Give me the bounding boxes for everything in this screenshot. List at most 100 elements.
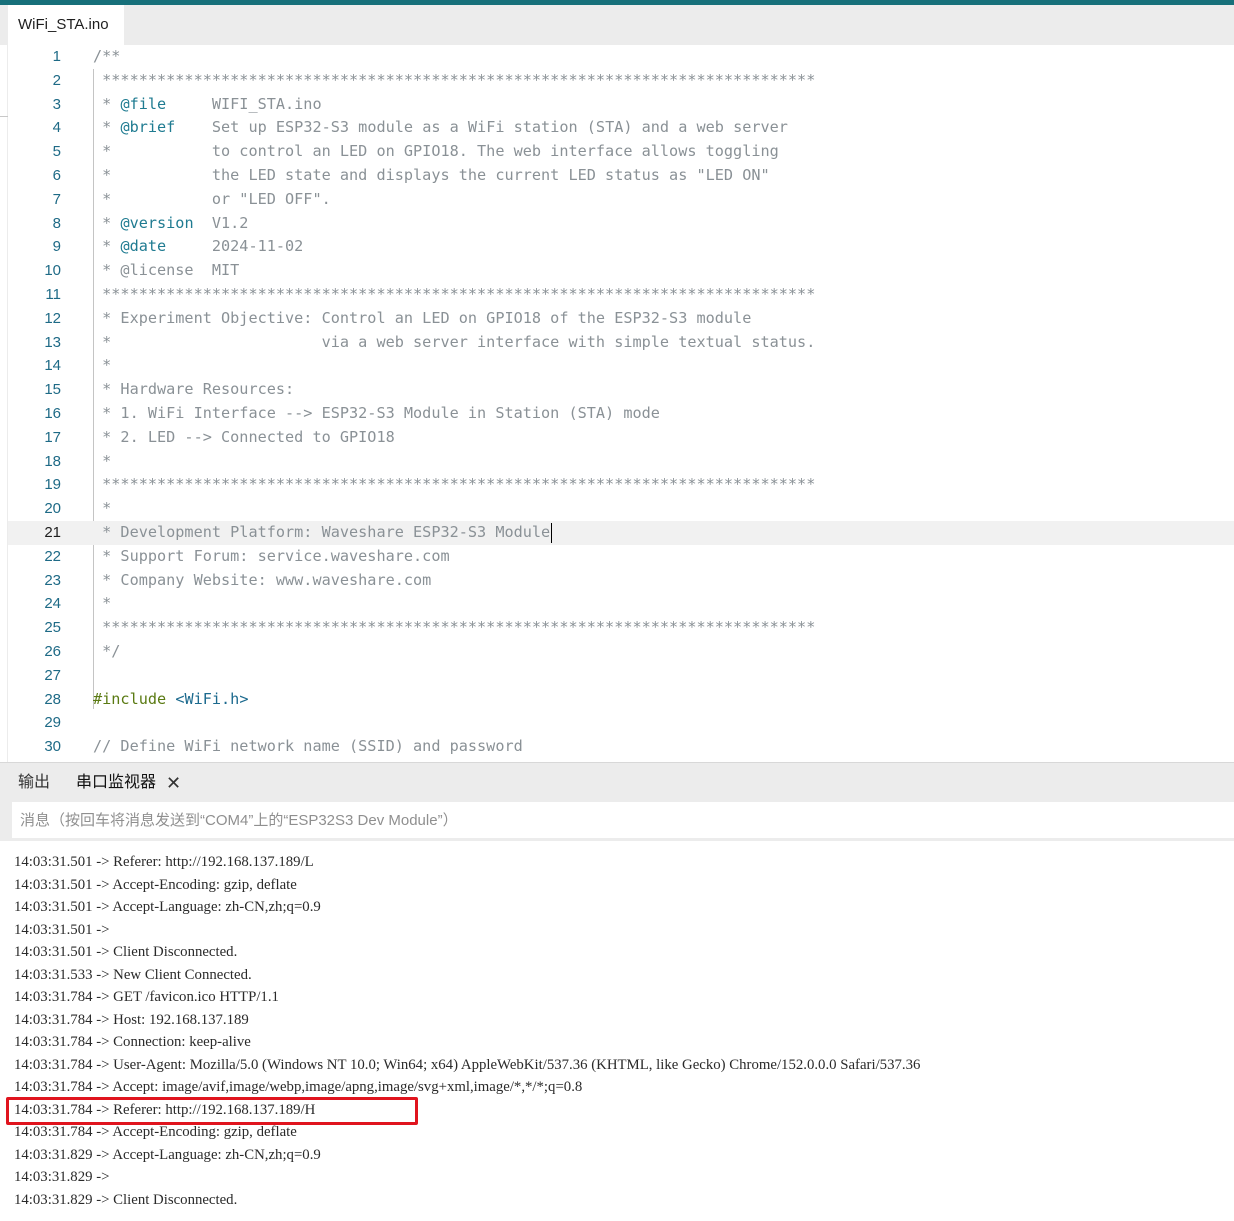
code-text: * @brief Set up ESP32-S3 module as a WiF… xyxy=(93,116,788,140)
code-line[interactable]: 16 * 1. WiFi Interface --> ESP32-S3 Modu… xyxy=(8,402,1234,426)
code-line[interactable]: 4 * @brief Set up ESP32-S3 module as a W… xyxy=(8,116,1234,140)
code-line[interactable]: 1 /** xyxy=(8,45,1234,69)
code-segment: * xyxy=(93,118,121,137)
left-edge-marker xyxy=(0,116,8,117)
code-line[interactable]: 3 * @file WIFI_STA.ino xyxy=(8,93,1234,117)
code-line[interactable]: 6 * the LED state and displays the curre… xyxy=(8,164,1234,188)
code-line[interactable]: 13 * via a web server interface with sim… xyxy=(8,331,1234,355)
line-number: 24 xyxy=(44,595,61,613)
code-segment: * Support Forum: service.waveshare.com xyxy=(93,546,450,565)
code-line[interactable]: 15 * Hardware Resources: xyxy=(8,378,1234,402)
code-segment: // Define WiFi network name (SSID) and p… xyxy=(93,737,523,756)
line-number: 7 xyxy=(52,190,61,208)
line-number: 23 xyxy=(44,571,61,589)
line-number: 10 xyxy=(44,262,61,280)
serial-line: 14:03:31.784 -> GET /favicon.ico HTTP/1.… xyxy=(14,989,279,1005)
line-number: 6 xyxy=(52,167,61,184)
tab-serial-monitor[interactable]: 串口监视器 xyxy=(76,763,156,803)
code-text: // Define WiFi network name (SSID) and p… xyxy=(93,735,523,759)
serial-line: 14:03:31.533 -> New Client Connected. xyxy=(14,966,252,983)
code-text: * the LED state and displays the current… xyxy=(93,164,770,188)
serial-line: 14:03:31.829 -> Accept-Language: zh-CN,z… xyxy=(14,1146,321,1163)
code-editor[interactable]: 1/** 2 **********************************… xyxy=(8,45,1234,762)
code-segment: ****************************************… xyxy=(93,70,816,89)
doc-tag: @brief xyxy=(120,118,176,137)
code-line[interactable]: 10 * @license MIT xyxy=(8,259,1234,283)
code-text: * xyxy=(93,497,111,521)
serial-output[interactable]: 14:03:31.501 -> Referer: http://192.168.… xyxy=(0,841,1234,1221)
code-line[interactable]: 27 xyxy=(8,664,1234,688)
code-line[interactable]: 25 *************************************… xyxy=(8,616,1234,640)
line-number: 25 xyxy=(44,619,61,637)
code-line[interactable]: 23 * Company Website: www.waveshare.com xyxy=(8,569,1234,593)
serial-line: 14:03:31.501 -> Accept-Encoding: gzip, d… xyxy=(14,876,297,893)
left-edge-strip xyxy=(0,45,8,762)
code-text: * Support Forum: service.waveshare.com xyxy=(93,545,450,569)
code-text: * to control an LED on GPIO18. The web i… xyxy=(93,140,779,164)
code-segment: V1.2 xyxy=(193,213,249,232)
code-line[interactable]: 8 * @version V1.2 xyxy=(8,212,1234,236)
preprocessor-directive: #include xyxy=(93,689,167,708)
code-text: * xyxy=(93,592,111,616)
code-line[interactable]: 14 * xyxy=(8,354,1234,378)
code-line[interactable]: 26 */ xyxy=(8,640,1234,664)
code-line[interactable]: 29 xyxy=(8,711,1234,735)
code-segment: * the LED state and displays the current… xyxy=(93,166,770,184)
code-line[interactable]: 5 * to control an LED on GPIO18. The web… xyxy=(8,140,1234,164)
file-tab[interactable]: WiFi_STA.ino xyxy=(8,5,124,45)
code-text: ****************************************… xyxy=(93,283,815,307)
serial-message-input[interactable] xyxy=(12,802,1234,838)
highlight-annotation-box xyxy=(6,1097,418,1125)
line-number: 16 xyxy=(44,405,61,422)
serial-line: 14:03:31.501 -> Accept-Language: zh-CN,z… xyxy=(14,899,321,915)
code-segment: * 1. WiFi Interface --> ESP32-S3 Module … xyxy=(93,404,660,422)
tab-output[interactable]: 输出 xyxy=(18,763,50,803)
code-segment: * or "LED OFF". xyxy=(93,189,331,208)
line-number: 20 xyxy=(44,500,61,518)
line-number: 9 xyxy=(52,238,61,256)
code-segment: * xyxy=(93,356,112,375)
code-line[interactable]: 18 * xyxy=(8,450,1234,474)
close-icon[interactable]: ✕ xyxy=(166,763,181,803)
code-line[interactable]: 30 // Define WiFi network name (SSID) and… xyxy=(8,735,1234,759)
bottom-panel-tabs: 输出 串口监视器 ✕ xyxy=(0,763,1234,801)
code-text: * @license MIT xyxy=(93,259,239,283)
code-segment: * xyxy=(93,594,112,613)
editor-tab-bar: WiFi_STA.ino xyxy=(0,5,1234,45)
serial-line: 14:03:31.829 -> Client Disconnected. xyxy=(14,1191,238,1208)
code-text: #include <WiFi.h> xyxy=(93,688,248,712)
line-number: 1 xyxy=(52,48,61,65)
code-text: * xyxy=(93,450,111,474)
serial-line: 14:03:31.501 -> Referer: http://192.168.… xyxy=(14,854,314,870)
code-line[interactable]: 22 * Support Forum: service.waveshare.co… xyxy=(8,545,1234,569)
code-line[interactable]: 12 * Experiment Objective: Control an LE… xyxy=(8,307,1234,331)
serial-line: 14:03:31.784 -> Accept: image/avif,image… xyxy=(14,1079,583,1095)
code-line[interactable]: 7 * or "LED OFF". xyxy=(8,188,1234,212)
code-line[interactable]: 19 *************************************… xyxy=(8,473,1234,497)
serial-line: 14:03:31.784 -> User-Agent: Mozilla/5.0 … xyxy=(14,1056,921,1073)
code-segment: * 2. LED --> Connected to GPIO18 xyxy=(93,427,395,446)
doc-tag: @date xyxy=(120,237,167,256)
code-line[interactable]: 21 * Development Platform: Waveshare ESP… xyxy=(8,521,1234,545)
code-segment: * Company Website: www.waveshare.com xyxy=(93,570,432,589)
code-text: * Development Platform: Waveshare ESP32-… xyxy=(93,521,553,545)
code-line[interactable]: 11 *************************************… xyxy=(8,283,1234,307)
code-line[interactable]: 20 * xyxy=(8,497,1234,521)
code-line[interactable]: 24 * xyxy=(8,592,1234,616)
line-number: 14 xyxy=(44,357,61,375)
code-line[interactable]: 17 * 2. LED --> Connected to GPIO18 xyxy=(8,426,1234,450)
code-line[interactable]: 2 **************************************… xyxy=(8,69,1234,93)
line-number: 28 xyxy=(44,690,61,708)
line-number: 8 xyxy=(52,214,61,232)
code-text: * 2. LED --> Connected to GPIO18 xyxy=(93,426,395,450)
code-line[interactable]: 9 * @date 2024-11-02 xyxy=(8,235,1234,259)
code-segment: ****************************************… xyxy=(93,475,816,494)
code-text: * 1. WiFi Interface --> ESP32-S3 Module … xyxy=(93,402,660,426)
doc-tag: @file xyxy=(120,94,167,113)
code-line[interactable]: 28 #include <WiFi.h> xyxy=(8,688,1234,712)
code-text: */ xyxy=(93,640,120,664)
code-segment: WIFI_STA.ino xyxy=(166,94,322,113)
serial-line: 14:03:31.829 -> xyxy=(14,1169,110,1185)
code-text: * Hardware Resources: xyxy=(93,378,294,402)
